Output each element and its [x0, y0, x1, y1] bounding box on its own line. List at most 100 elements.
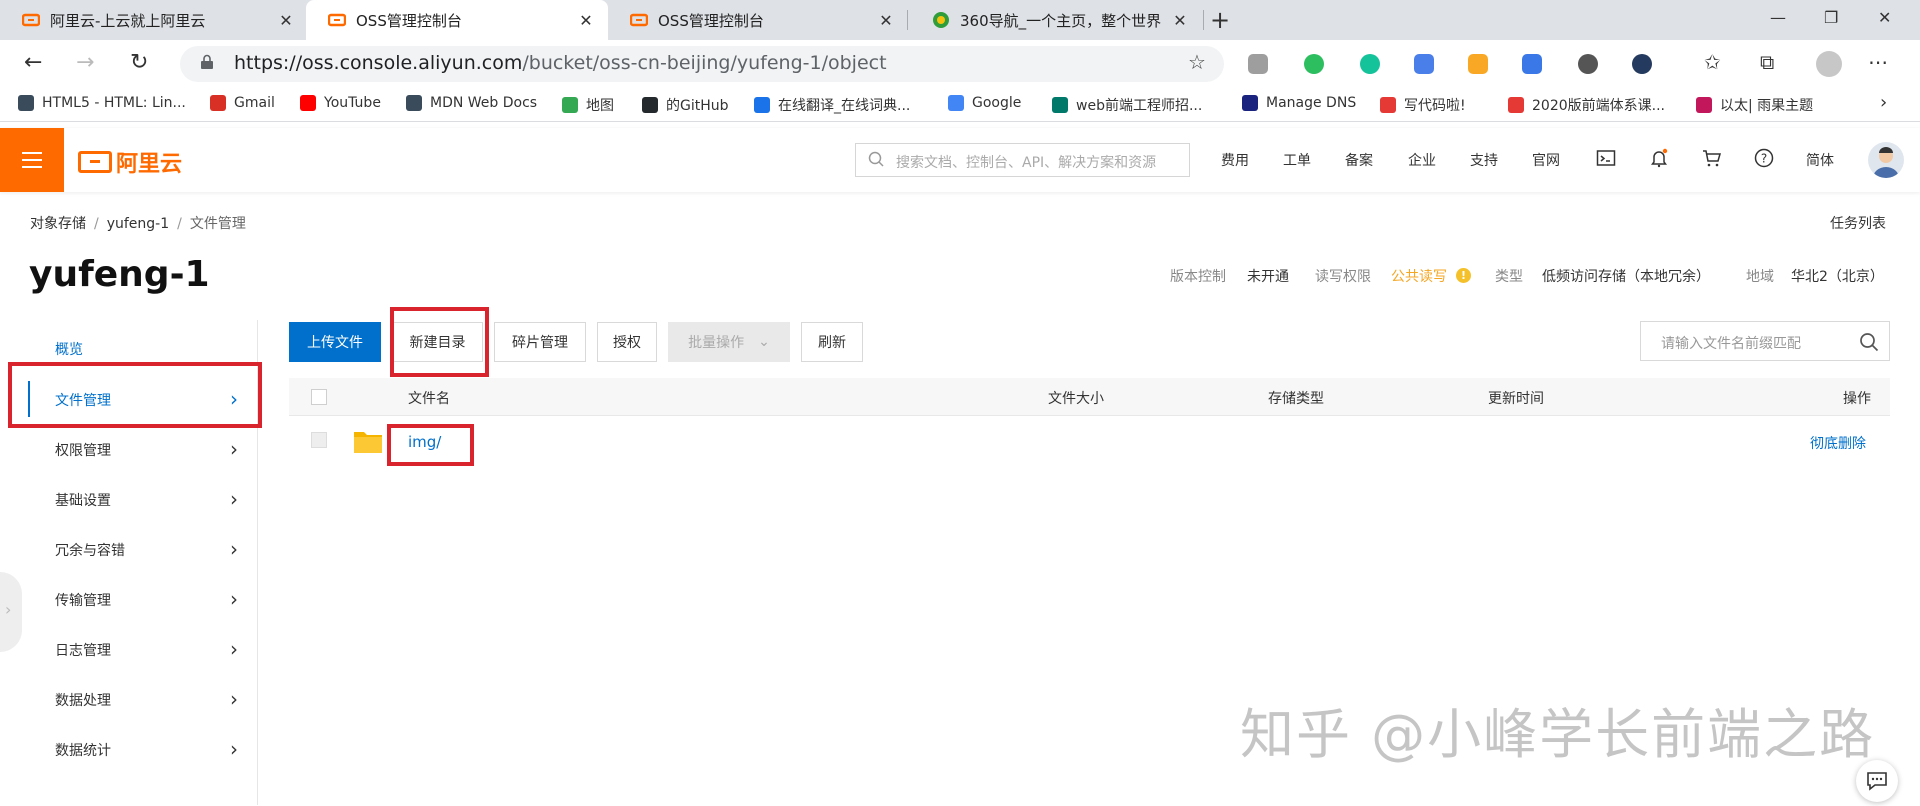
- browser-tab-strip: 阿里云-上云就上阿里云 ✕ OSS管理控制台 ✕ OSS管理控制台 ✕ 360导…: [0, 0, 1920, 40]
- office-extension-icon[interactable]: [1248, 54, 1268, 74]
- bookmark-mdn[interactable]: MDN Web Docs: [406, 95, 537, 111]
- sidebar-item-transfer[interactable]: 传输管理 ›: [0, 574, 258, 624]
- bookmarks-more-chevron-icon[interactable]: ›: [1880, 92, 1887, 113]
- file-prefix-search-input[interactable]: 请输入文件名前缀匹配: [1640, 321, 1890, 361]
- hamburger-icon: [22, 159, 42, 161]
- help-icon[interactable]: ?: [1754, 148, 1774, 168]
- window-close-icon[interactable]: ✕: [1878, 8, 1891, 27]
- browser-tab-360[interactable]: 360导航_一个主页，整个世界 ✕: [910, 0, 1202, 40]
- bookmark-translate[interactable]: 在线翻译_在线词典...: [754, 95, 910, 115]
- expand-panel-handle[interactable]: ›: [0, 572, 22, 652]
- sidebar-item-permissions[interactable]: 权限管理 ›: [0, 424, 258, 474]
- aliyun-favicon-icon: [630, 13, 648, 27]
- meta-version-value: 未开通: [1247, 269, 1289, 285]
- refresh-button[interactable]: 刷新: [801, 322, 863, 362]
- bookmark-youtube[interactable]: YouTube: [300, 95, 381, 111]
- permanent-delete-link[interactable]: 彻底删除: [1810, 433, 1866, 453]
- warning-icon[interactable]: !: [1456, 268, 1471, 283]
- bookmark-lagou[interactable]: web前端工程师招...: [1052, 95, 1202, 115]
- grammarly-extension-icon[interactable]: [1360, 54, 1380, 74]
- bookmark-github[interactable]: 的GitHub: [642, 95, 729, 115]
- select-all-checkbox[interactable]: [311, 389, 327, 405]
- collections-icon[interactable]: ⧉: [1760, 50, 1774, 74]
- extension-icon[interactable]: [1522, 54, 1542, 74]
- nav-support[interactable]: 支持: [1470, 150, 1498, 170]
- cart-icon[interactable]: [1702, 148, 1722, 168]
- bookmark-xiedaima[interactable]: 写代码啦!: [1380, 95, 1466, 115]
- bookmark-gmail[interactable]: Gmail: [210, 95, 275, 111]
- bookmark-star-icon[interactable]: ☆: [1188, 50, 1206, 74]
- sidebar-item-label: 传输管理: [55, 593, 111, 609]
- browser-tab-aliyun[interactable]: 阿里云-上云就上阿里云 ✕: [0, 0, 308, 40]
- language-switch[interactable]: 简体: [1806, 150, 1834, 170]
- bookmark-hugo-theme[interactable]: 以太| 雨果主题: [1696, 95, 1813, 115]
- folder-name-link[interactable]: img/: [408, 433, 441, 451]
- bookmark-google[interactable]: Google: [948, 95, 1021, 111]
- sync-extension-icon[interactable]: [1578, 54, 1598, 74]
- sidebar-item-overview[interactable]: 概览: [0, 323, 258, 373]
- minimize-icon[interactable]: —: [1770, 8, 1786, 27]
- new-directory-button[interactable]: 新建目录: [392, 322, 483, 362]
- restore-icon[interactable]: ❐: [1824, 8, 1838, 27]
- task-list-link[interactable]: 任务列表: [1830, 213, 1886, 233]
- bookmark-course[interactable]: 2020版前端体系课...: [1508, 95, 1665, 115]
- fragment-management-button[interactable]: 碎片管理: [494, 322, 586, 362]
- nav-icp[interactable]: 备案: [1345, 150, 1373, 170]
- nav-official-site[interactable]: 官网: [1532, 150, 1560, 170]
- sidebar-item-data-stats[interactable]: 数据统计 ›: [0, 724, 258, 774]
- sidebar-item-basic-settings[interactable]: 基础设置 ›: [0, 474, 258, 524]
- bookmark-html5[interactable]: HTML5 - HTML: Lin...: [18, 95, 186, 111]
- batch-operations-dropdown[interactable]: 批量操作 ⌄: [668, 322, 790, 362]
- nav-tickets[interactable]: 工单: [1283, 150, 1311, 170]
- sidebar-item-label: 日志管理: [55, 643, 111, 659]
- menu-toggle-button[interactable]: [0, 128, 64, 192]
- close-tab-icon[interactable]: ✕: [1170, 11, 1190, 30]
- nav-fees[interactable]: 费用: [1221, 150, 1249, 170]
- back-arrow-icon[interactable]: ←: [24, 50, 42, 75]
- close-tab-icon[interactable]: ✕: [876, 11, 896, 30]
- svg-text:?: ?: [1761, 152, 1767, 166]
- bookmark-manage-dns[interactable]: Manage DNS: [1242, 95, 1356, 111]
- breadcrumb-oss[interactable]: 对象存储: [30, 216, 86, 232]
- breadcrumb-bucket[interactable]: yufeng-1: [107, 216, 169, 232]
- global-search-input[interactable]: 搜索文档、控制台、API、解决方案和资源: [855, 143, 1190, 177]
- extension-icon[interactable]: [1468, 54, 1488, 74]
- browser-tab-oss-active[interactable]: OSS管理控制台 ✕: [306, 0, 608, 40]
- row-checkbox[interactable]: [311, 432, 327, 448]
- search-placeholder: 搜索文档、控制台、API、解决方案和资源: [896, 155, 1157, 171]
- aliyun-logo[interactable]: 阿里云: [78, 146, 182, 178]
- favorites-icon[interactable]: ✩: [1704, 50, 1721, 74]
- file-search-placeholder: 请输入文件名前缀匹配: [1661, 336, 1801, 352]
- address-url[interactable]: https://oss.console.aliyun.com/bucket/os…: [234, 52, 887, 74]
- chevron-right-icon: ›: [230, 537, 238, 561]
- upload-file-button[interactable]: 上传文件: [289, 322, 381, 362]
- nav-enterprise[interactable]: 企业: [1408, 150, 1436, 170]
- browser-tab-oss[interactable]: OSS管理控制台 ✕: [608, 0, 908, 40]
- close-tab-icon[interactable]: ✕: [276, 11, 296, 30]
- sidebar-item-file-management[interactable]: 文件管理 ›: [0, 374, 258, 424]
- batch-operations-label: 批量操作: [688, 335, 745, 351]
- bookmark-maps[interactable]: 地图: [562, 95, 614, 115]
- reload-icon[interactable]: ↻: [130, 50, 148, 75]
- url-host: https://oss.console.aliyun.com: [234, 52, 523, 74]
- hashtag-extension-icon[interactable]: [1632, 54, 1652, 74]
- forward-arrow-icon[interactable]: →: [76, 50, 94, 75]
- translate-extension-icon[interactable]: [1414, 54, 1434, 74]
- browser-profile-avatar[interactable]: [1816, 51, 1842, 77]
- authorize-button[interactable]: 授权: [597, 322, 657, 362]
- sidebar-item-data-processing[interactable]: 数据处理 ›: [0, 674, 258, 724]
- search-icon[interactable]: [1859, 332, 1879, 352]
- breadcrumb: 对象存储 / yufeng-1/文件管理: [30, 216, 246, 232]
- watermark-text: 知乎 @小峰学长前端之路: [1240, 703, 1876, 766]
- chat-button[interactable]: [1856, 760, 1898, 802]
- evernote-extension-icon[interactable]: [1304, 54, 1324, 74]
- user-avatar[interactable]: [1868, 142, 1904, 178]
- new-tab-button[interactable]: +: [1210, 6, 1230, 34]
- close-tab-icon[interactable]: ✕: [576, 11, 596, 30]
- sidebar-item-logs[interactable]: 日志管理 ›: [0, 624, 258, 674]
- map-pin-icon: [562, 97, 578, 113]
- notification-bell-icon[interactable]: [1649, 148, 1669, 168]
- sidebar-item-redundancy[interactable]: 冗余与容错 ›: [0, 524, 258, 574]
- more-menu-icon[interactable]: ⋯: [1868, 50, 1888, 74]
- terminal-icon[interactable]: [1596, 148, 1616, 168]
